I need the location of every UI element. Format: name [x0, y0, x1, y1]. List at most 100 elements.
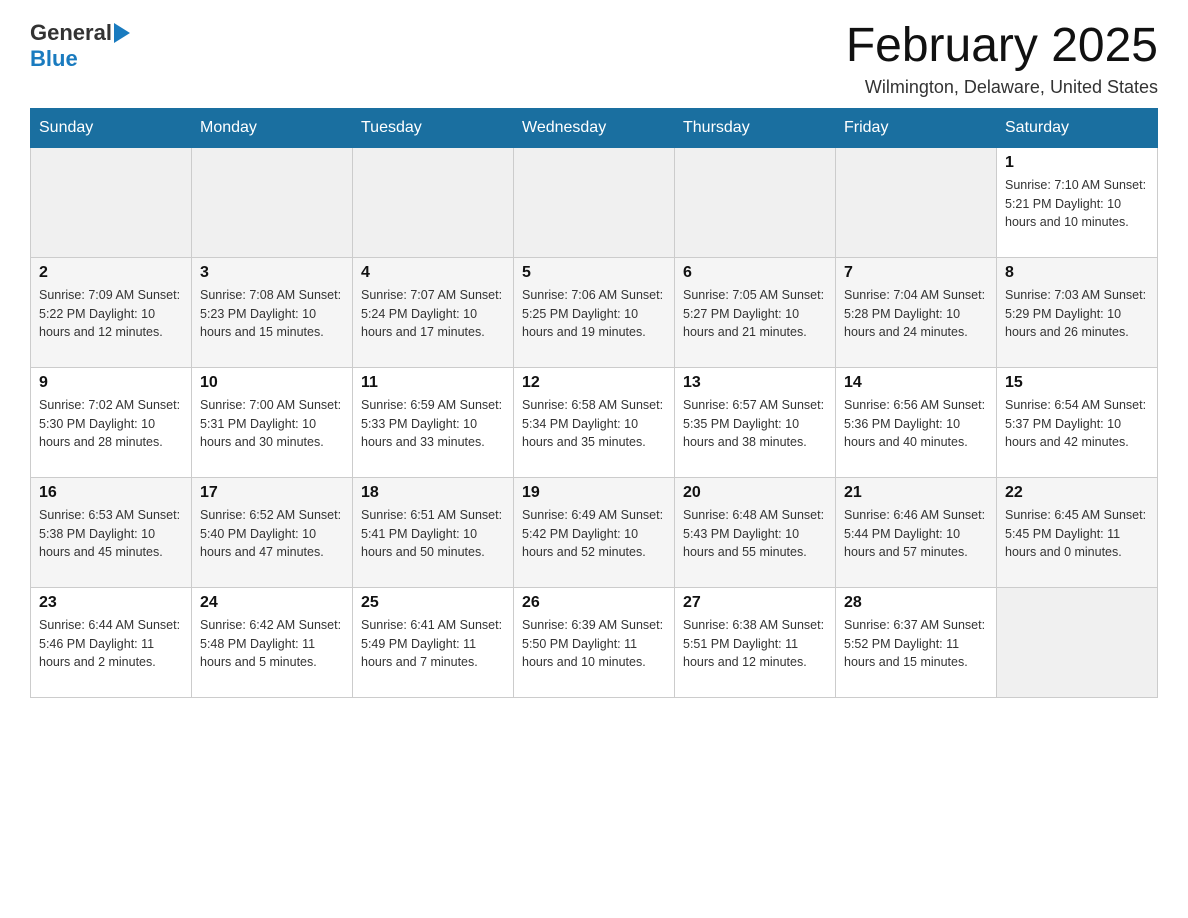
calendar-cell	[675, 147, 836, 257]
title-section: February 2025 Wilmington, Delaware, Unit…	[846, 20, 1158, 98]
day-number: 6	[683, 264, 827, 282]
day-number: 2	[39, 264, 183, 282]
calendar-cell: 25 Sunrise: 6:41 AM Sunset: 5:49 PM Dayli…	[353, 587, 514, 697]
day-number: 8	[1005, 264, 1149, 282]
day-number: 21	[844, 484, 988, 502]
location-text: Wilmington, Delaware, United States	[846, 77, 1158, 98]
day-info: Sunrise: 6:53 AM Sunset: 5:38 PM Dayligh…	[39, 506, 183, 562]
month-title: February 2025	[846, 20, 1158, 73]
calendar-cell: 10Sunrise: 7:00 AM Sunset: 5:31 PM Dayli…	[192, 367, 353, 477]
day-number: 3	[200, 264, 344, 282]
day-info: Sunrise: 7:06 AM Sunset: 5:25 PM Dayligh…	[522, 286, 666, 342]
calendar-cell	[192, 147, 353, 257]
calendar-week-row: 2 Sunrise: 7:09 AM Sunset: 5:22 PM Daylig…	[31, 257, 1158, 367]
calendar-cell	[514, 147, 675, 257]
day-info: Sunrise: 7:05 AM Sunset: 5:27 PM Dayligh…	[683, 286, 827, 342]
calendar-cell	[353, 147, 514, 257]
calendar-cell: 19Sunrise: 6:49 AM Sunset: 5:42 PM Dayli…	[514, 477, 675, 587]
calendar-week-row: 1 Sunrise: 7:10 AM Sunset: 5:21 PM Daylig…	[31, 147, 1158, 257]
day-number: 5	[522, 264, 666, 282]
day-number: 18	[361, 484, 505, 502]
day-info: Sunrise: 6:46 AM Sunset: 5:44 PM Dayligh…	[844, 506, 988, 562]
day-info: Sunrise: 6:49 AM Sunset: 5:42 PM Dayligh…	[522, 506, 666, 562]
logo-arrow-icon	[114, 23, 130, 43]
day-info: Sunrise: 6:41 AM Sunset: 5:49 PM Dayligh…	[361, 616, 505, 672]
calendar-cell: 23 Sunrise: 6:44 AM Sunset: 5:46 PM Dayli…	[31, 587, 192, 697]
day-info: Sunrise: 6:39 AM Sunset: 5:50 PM Dayligh…	[522, 616, 666, 672]
calendar-cell: 13Sunrise: 6:57 AM Sunset: 5:35 PM Dayli…	[675, 367, 836, 477]
calendar-cell: 18 Sunrise: 6:51 AM Sunset: 5:41 PM Dayli…	[353, 477, 514, 587]
calendar-header: SundayMondayTuesdayWednesdayThursdayFrid…	[31, 108, 1158, 147]
day-info: Sunrise: 6:52 AM Sunset: 5:40 PM Dayligh…	[200, 506, 344, 562]
day-number: 27	[683, 594, 827, 612]
day-info: Sunrise: 6:48 AM Sunset: 5:43 PM Dayligh…	[683, 506, 827, 562]
day-info: Sunrise: 6:42 AM Sunset: 5:48 PM Dayligh…	[200, 616, 344, 672]
day-number: 24	[200, 594, 344, 612]
logo-general-text: General	[30, 20, 112, 46]
calendar-cell: 1 Sunrise: 7:10 AM Sunset: 5:21 PM Daylig…	[997, 147, 1158, 257]
day-number: 9	[39, 374, 183, 392]
calendar-cell: 3 Sunrise: 7:08 AM Sunset: 5:23 PM Daylig…	[192, 257, 353, 367]
weekday-header-row: SundayMondayTuesdayWednesdayThursdayFrid…	[31, 108, 1158, 147]
day-number: 11	[361, 374, 505, 392]
day-info: Sunrise: 6:44 AM Sunset: 5:46 PM Dayligh…	[39, 616, 183, 672]
weekday-header-thursday: Thursday	[675, 108, 836, 147]
day-info: Sunrise: 6:51 AM Sunset: 5:41 PM Dayligh…	[361, 506, 505, 562]
day-info: Sunrise: 7:10 AM Sunset: 5:21 PM Dayligh…	[1005, 176, 1149, 232]
calendar-cell: 9 Sunrise: 7:02 AM Sunset: 5:30 PM Daylig…	[31, 367, 192, 477]
day-number: 26	[522, 594, 666, 612]
calendar-cell: 12Sunrise: 6:58 AM Sunset: 5:34 PM Dayli…	[514, 367, 675, 477]
day-number: 1	[1005, 154, 1149, 172]
weekday-header-tuesday: Tuesday	[353, 108, 514, 147]
day-number: 14	[844, 374, 988, 392]
day-number: 28	[844, 594, 988, 612]
calendar-cell: 2 Sunrise: 7:09 AM Sunset: 5:22 PM Daylig…	[31, 257, 192, 367]
day-info: Sunrise: 7:09 AM Sunset: 5:22 PM Dayligh…	[39, 286, 183, 342]
day-number: 10	[200, 374, 344, 392]
calendar-cell	[31, 147, 192, 257]
page-header: General Blue February 2025 Wilmington, D…	[30, 20, 1158, 98]
day-info: Sunrise: 6:37 AM Sunset: 5:52 PM Dayligh…	[844, 616, 988, 672]
day-info: Sunrise: 7:02 AM Sunset: 5:30 PM Dayligh…	[39, 396, 183, 452]
day-info: Sunrise: 6:38 AM Sunset: 5:51 PM Dayligh…	[683, 616, 827, 672]
calendar-cell: 8 Sunrise: 7:03 AM Sunset: 5:29 PM Daylig…	[997, 257, 1158, 367]
calendar-cell: 16Sunrise: 6:53 AM Sunset: 5:38 PM Dayli…	[31, 477, 192, 587]
calendar-cell: 26 Sunrise: 6:39 AM Sunset: 5:50 PM Dayli…	[514, 587, 675, 697]
calendar-cell: 5 Sunrise: 7:06 AM Sunset: 5:25 PM Daylig…	[514, 257, 675, 367]
day-info: Sunrise: 7:07 AM Sunset: 5:24 PM Dayligh…	[361, 286, 505, 342]
day-number: 25	[361, 594, 505, 612]
calendar-table: SundayMondayTuesdayWednesdayThursdayFrid…	[30, 108, 1158, 698]
day-number: 22	[1005, 484, 1149, 502]
calendar-cell	[997, 587, 1158, 697]
calendar-cell: 21 Sunrise: 6:46 AM Sunset: 5:44 PM Dayli…	[836, 477, 997, 587]
day-info: Sunrise: 6:59 AM Sunset: 5:33 PM Dayligh…	[361, 396, 505, 452]
calendar-week-row: 23 Sunrise: 6:44 AM Sunset: 5:46 PM Dayli…	[31, 587, 1158, 697]
calendar-week-row: 16Sunrise: 6:53 AM Sunset: 5:38 PM Dayli…	[31, 477, 1158, 587]
day-info: Sunrise: 6:57 AM Sunset: 5:35 PM Dayligh…	[683, 396, 827, 452]
calendar-cell: 11 Sunrise: 6:59 AM Sunset: 5:33 PM Dayli…	[353, 367, 514, 477]
calendar-cell: 22 Sunrise: 6:45 AM Sunset: 5:45 PM Dayli…	[997, 477, 1158, 587]
weekday-header-saturday: Saturday	[997, 108, 1158, 147]
calendar-cell: 27 Sunrise: 6:38 AM Sunset: 5:51 PM Dayli…	[675, 587, 836, 697]
day-info: Sunrise: 6:56 AM Sunset: 5:36 PM Dayligh…	[844, 396, 988, 452]
day-number: 17	[200, 484, 344, 502]
calendar-cell: 7 Sunrise: 7:04 AM Sunset: 5:28 PM Daylig…	[836, 257, 997, 367]
day-number: 7	[844, 264, 988, 282]
calendar-cell: 24 Sunrise: 6:42 AM Sunset: 5:48 PM Dayli…	[192, 587, 353, 697]
weekday-header-sunday: Sunday	[31, 108, 192, 147]
calendar-cell: 6 Sunrise: 7:05 AM Sunset: 5:27 PM Daylig…	[675, 257, 836, 367]
day-info: Sunrise: 6:45 AM Sunset: 5:45 PM Dayligh…	[1005, 506, 1149, 562]
logo: General Blue	[30, 20, 130, 72]
day-number: 23	[39, 594, 183, 612]
calendar-cell	[836, 147, 997, 257]
day-info: Sunrise: 7:08 AM Sunset: 5:23 PM Dayligh…	[200, 286, 344, 342]
weekday-header-monday: Monday	[192, 108, 353, 147]
day-number: 4	[361, 264, 505, 282]
day-info: Sunrise: 7:03 AM Sunset: 5:29 PM Dayligh…	[1005, 286, 1149, 342]
day-number: 20	[683, 484, 827, 502]
calendar-cell: 28 Sunrise: 6:37 AM Sunset: 5:52 PM Dayli…	[836, 587, 997, 697]
calendar-cell: 17 Sunrise: 6:52 AM Sunset: 5:40 PM Dayli…	[192, 477, 353, 587]
calendar-cell: 15Sunrise: 6:54 AM Sunset: 5:37 PM Dayli…	[997, 367, 1158, 477]
calendar-cell: 14 Sunrise: 6:56 AM Sunset: 5:36 PM Dayli…	[836, 367, 997, 477]
day-info: Sunrise: 7:04 AM Sunset: 5:28 PM Dayligh…	[844, 286, 988, 342]
